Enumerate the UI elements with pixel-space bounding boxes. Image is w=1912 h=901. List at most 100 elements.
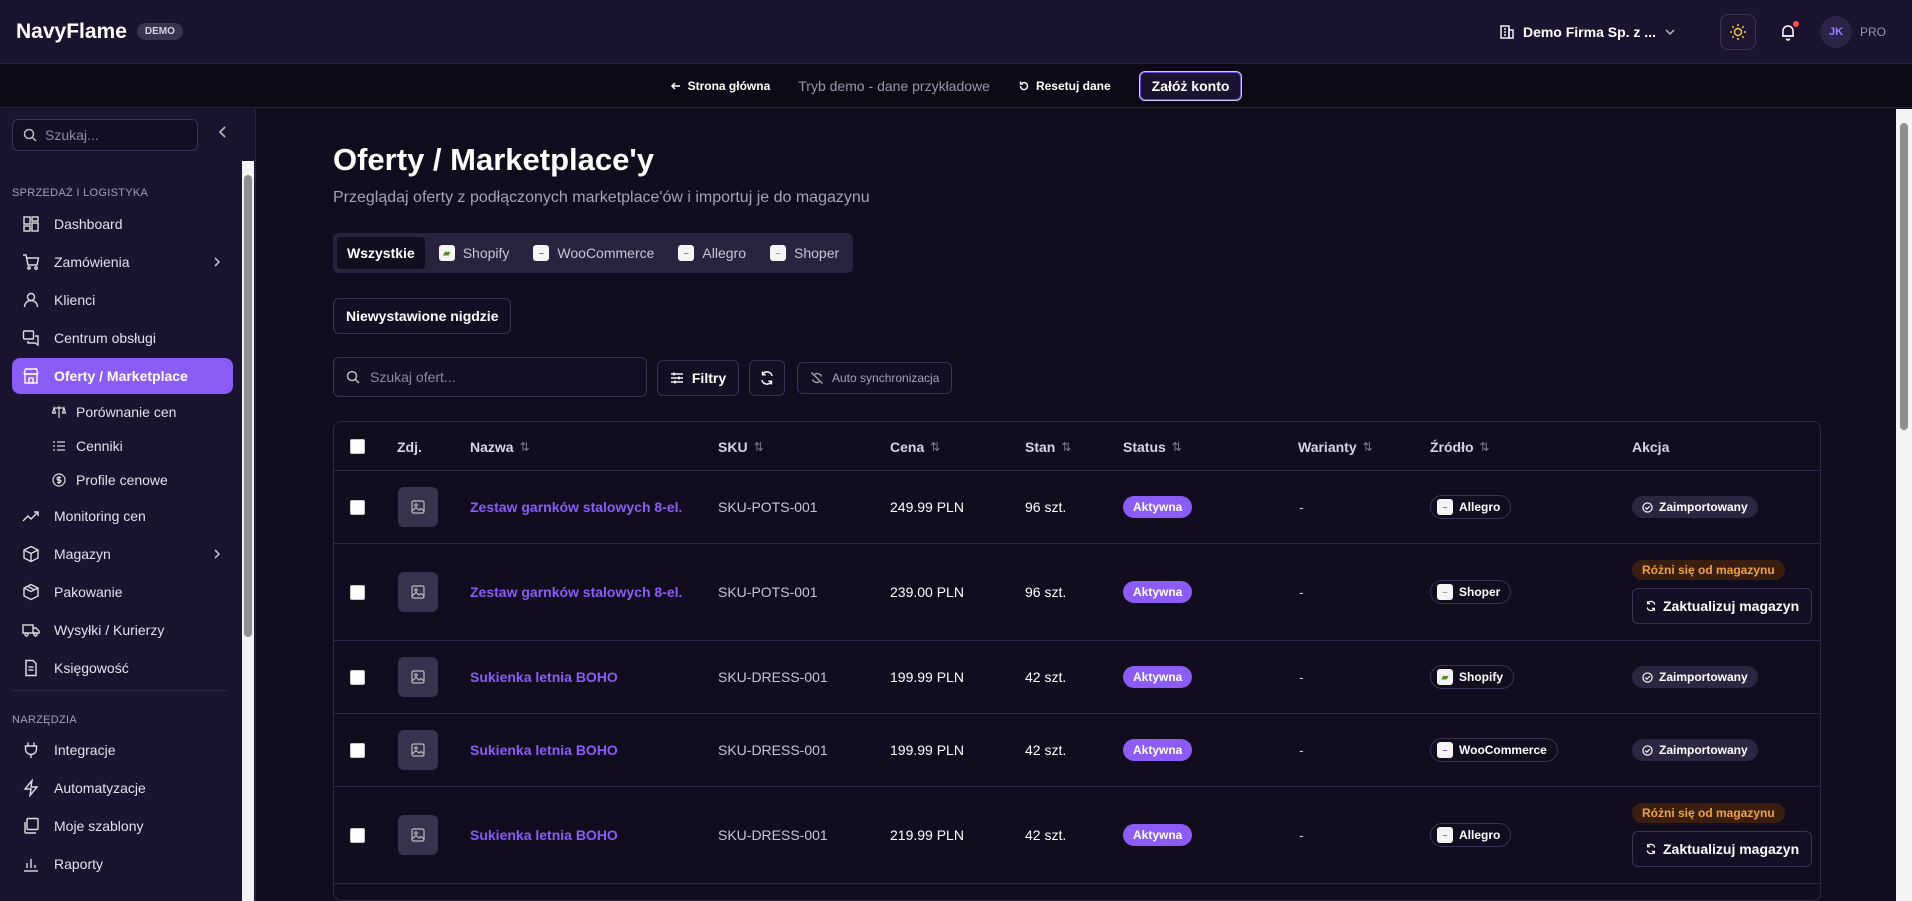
sidebar-item-label: Zamówienia — [54, 254, 130, 270]
image-placeholder-icon — [411, 743, 425, 757]
theme-toggle-button[interactable] — [1719, 13, 1756, 50]
stock-cell: 42 szt. — [1025, 742, 1067, 758]
tab-woocommerce[interactable]: – WooCommerce — [523, 237, 664, 269]
tab-all[interactable]: Wszystkie — [337, 237, 425, 269]
offers-table: Zdj. Nazwa ⇅ SKU ⇅ Cena ⇅ Stan ⇅ Status ⇅ War… — [333, 421, 1821, 901]
unlisted-filter-button[interactable]: Niewystawione nigdzie — [333, 298, 512, 334]
reset-data-label: Resetuj dane — [1035, 78, 1111, 93]
status-badge: Aktywna — [1123, 496, 1193, 518]
sidebar-item-warehouse[interactable]: Magazyn — [12, 536, 233, 572]
sidebar-item-shipping[interactable]: Wysyłki / Kurierzy — [12, 612, 233, 648]
sidebar-item-integrations[interactable]: Integracje — [12, 732, 233, 768]
sidebar-item-price-lists[interactable]: Cenniki — [52, 432, 123, 460]
col-status[interactable]: Status ⇅ — [1123, 422, 1182, 471]
home-link-label: Strona główna — [687, 78, 771, 93]
sidebar-item-price-compare[interactable]: Porównanie cen — [52, 398, 176, 426]
auto-sync-button[interactable]: Auto synchronizacja — [797, 362, 953, 394]
reset-data-button[interactable]: Resetuj dane — [1018, 79, 1111, 93]
sidebar-item-offers[interactable]: Oferty / Marketplace — [12, 358, 254, 394]
tab-shopify[interactable]: ▰ Shopify — [429, 237, 520, 269]
stock-cell: 96 szt. — [1025, 499, 1067, 515]
woocommerce-icon: – — [533, 245, 550, 261]
refresh-button[interactable] — [749, 360, 785, 396]
col-label: Status — [1123, 438, 1166, 455]
source-badge: – Allegro — [1430, 495, 1512, 519]
sidebar-item-packing[interactable]: Pakowanie — [12, 574, 233, 610]
source-label: Shopify — [1459, 670, 1503, 684]
col-variants[interactable]: Warianty ⇅ — [1298, 422, 1373, 471]
list-icon — [53, 441, 65, 451]
select-all-checkbox[interactable] — [350, 439, 365, 454]
avatar[interactable]: JK — [1819, 15, 1852, 48]
sort-icon: ⇅ — [1479, 439, 1490, 454]
product-name-link[interactable]: Zestaw garnków stalowych 8-el. — [470, 584, 682, 600]
col-stock[interactable]: Stan ⇅ — [1025, 422, 1071, 471]
collapse-sidebar-button[interactable] — [216, 125, 230, 139]
sku-cell: SKU-DRESS-001 — [718, 827, 828, 843]
name-cell: Sukienka letnia BOHO — [470, 641, 618, 713]
sidebar-item-price-monitoring[interactable]: Monitoring cen — [12, 498, 233, 534]
sidebar-item-customers[interactable]: Klienci — [12, 282, 233, 318]
brand-logo[interactable]: NavyFlame — [16, 20, 127, 44]
main-scroll-thumb[interactable] — [1900, 123, 1908, 430]
row-checkbox[interactable] — [350, 499, 365, 515]
status-cell: Aktywna — [1123, 641, 1193, 713]
sidebar-item-label: Automatyzacje — [54, 780, 146, 796]
update-warehouse-button[interactable]: Zaktualizuj magazyn — [1632, 831, 1813, 867]
price-cell: 219.99 PLN — [890, 827, 964, 843]
image-placeholder-icon — [411, 585, 425, 599]
filters-label: Filtry — [691, 370, 727, 386]
sidebar-search-input[interactable]: Szukaj... — [12, 119, 198, 151]
sidebar-item-automations[interactable]: Automatyzacje — [12, 770, 233, 806]
sidebar-item-support[interactable]: Centrum obsługi — [12, 320, 233, 356]
home-link[interactable]: Strona główna — [670, 78, 771, 93]
sidebar-scroll-thumb[interactable] — [244, 175, 252, 637]
main-scrollbar[interactable] — [1896, 109, 1912, 901]
col-label: SKU — [718, 438, 748, 455]
sidebar-item-dashboard[interactable]: Dashboard — [12, 206, 233, 242]
sidebar-scrollbar[interactable] — [242, 161, 254, 901]
tab-allegro[interactable]: – Allegro — [668, 237, 756, 269]
sort-icon: ⇅ — [1171, 439, 1182, 454]
product-name-link[interactable]: Sukienka letnia BOHO — [470, 827, 618, 843]
col-label: Cena — [890, 438, 925, 455]
filters-button[interactable]: Filtry — [657, 360, 739, 396]
sidebar-item-orders[interactable]: Zamówienia — [12, 244, 233, 280]
update-warehouse-button[interactable]: Zaktualizuj magazyn — [1632, 588, 1813, 624]
sidebar-item-price-profiles[interactable]: Profile cenowe — [52, 466, 168, 494]
notifications-button[interactable] — [1770, 14, 1806, 50]
demo-badge: DEMO — [136, 23, 183, 40]
sort-icon: ⇅ — [1061, 439, 1072, 454]
col-sku[interactable]: SKU ⇅ — [718, 422, 764, 471]
stock-diff-badge: Różni się od magazynu — [1632, 560, 1785, 580]
imported-badge: Zaimportowany — [1632, 496, 1758, 518]
sidebar-item-templates[interactable]: Moje szablony — [12, 808, 233, 844]
store-icon — [23, 368, 39, 384]
col-price[interactable]: Cena ⇅ — [890, 422, 940, 471]
tab-shoper[interactable]: – Shoper — [760, 237, 849, 269]
col-name[interactable]: Nazwa ⇅ — [470, 422, 530, 471]
source-label: WooCommerce — [1459, 743, 1547, 757]
product-name-link[interactable]: Sukienka letnia BOHO — [470, 669, 618, 685]
row-checkbox[interactable] — [350, 827, 365, 843]
product-name-link[interactable]: Sukienka letnia BOHO — [470, 742, 618, 758]
product-name-link[interactable]: Zestaw garnków stalowych 8-el. — [470, 499, 682, 515]
row-checkbox[interactable] — [350, 669, 365, 685]
chart-icon — [24, 859, 38, 872]
status-cell: Aktywna — [1123, 471, 1193, 543]
chevron-right-icon — [214, 549, 221, 559]
row-checkbox[interactable] — [350, 742, 365, 758]
offers-search-input[interactable]: Szukaj ofert... — [333, 357, 647, 397]
price-cell: 239.00 PLN — [890, 584, 964, 600]
col-source[interactable]: Źródło ⇅ — [1430, 422, 1490, 471]
company-switcher[interactable]: Demo Firma Sp. z ... — [1499, 24, 1676, 40]
sidebar-item-accounting[interactable]: Księgowość — [12, 650, 233, 686]
price-cell: 249.99 PLN — [890, 499, 964, 515]
row-checkbox[interactable] — [350, 584, 365, 600]
signup-button[interactable]: Załóż konto — [1138, 70, 1243, 101]
table-row: Zestaw garnków stalowych 8-el. SKU-POTS-… — [334, 544, 1820, 641]
sidebar-item-reports[interactable]: Raporty — [12, 846, 233, 882]
document-icon — [25, 659, 37, 677]
cart-icon — [23, 254, 40, 270]
variants-cell: - — [1299, 669, 1304, 685]
